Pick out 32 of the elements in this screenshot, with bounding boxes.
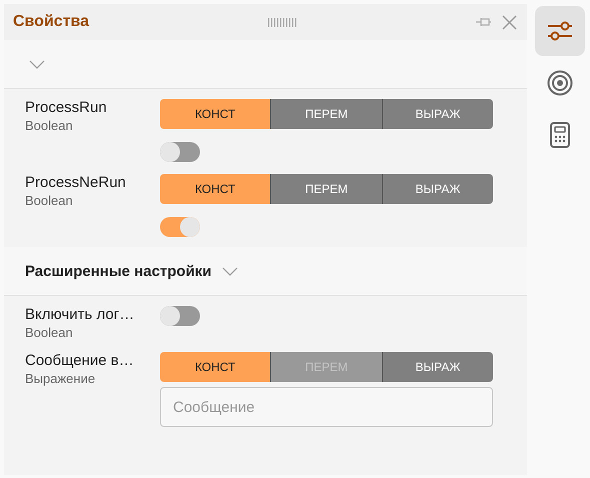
chevron-icon[interactable] (29, 60, 45, 68)
property-type: Выражение (25, 371, 96, 386)
toggle-switch[interactable] (160, 217, 200, 237)
toggle-switch[interactable] (160, 142, 200, 162)
target-icon (547, 70, 573, 96)
calculator-icon (550, 122, 570, 148)
property-type: Boolean (25, 325, 74, 340)
mode-button[interactable]: КОНСТ (160, 352, 270, 382)
chevron-icon[interactable] (222, 266, 238, 276)
property-name: Включить лог… (25, 306, 136, 323)
mode-button[interactable]: ПЕРЕМ (270, 174, 382, 204)
property-type: Boolean (25, 193, 74, 208)
property-name: ProcessRun (25, 99, 108, 116)
toggle-switch[interactable] (160, 306, 200, 326)
sliders-icon (547, 19, 573, 43)
mode-button[interactable]: ВЫРАЖ (382, 99, 493, 129)
grip-icon[interactable] (268, 18, 298, 26)
close-icon[interactable] (502, 14, 517, 30)
property-name: Сообщение в… (25, 352, 135, 369)
section-title: Расширенные настройки (25, 262, 212, 280)
sidebar-tab[interactable] (535, 6, 585, 56)
mode-button[interactable]: ВЫРАЖ (382, 174, 493, 204)
mode-button[interactable]: ПЕРЕМ (270, 99, 382, 129)
property-type: Boolean (25, 118, 74, 133)
property-name: ProcessNeRun (25, 174, 127, 191)
mode-button[interactable]: КОНСТ (160, 99, 270, 129)
mode-button[interactable]: КОНСТ (160, 174, 270, 204)
mode-button[interactable]: ВЫРАЖ (382, 352, 493, 382)
message-input[interactable]: Сообщение (160, 387, 493, 427)
panel-title: Свойства (13, 13, 90, 31)
pin-icon[interactable] (476, 17, 491, 27)
section-header[interactable]: Расширенные настройки (4, 247, 527, 296)
